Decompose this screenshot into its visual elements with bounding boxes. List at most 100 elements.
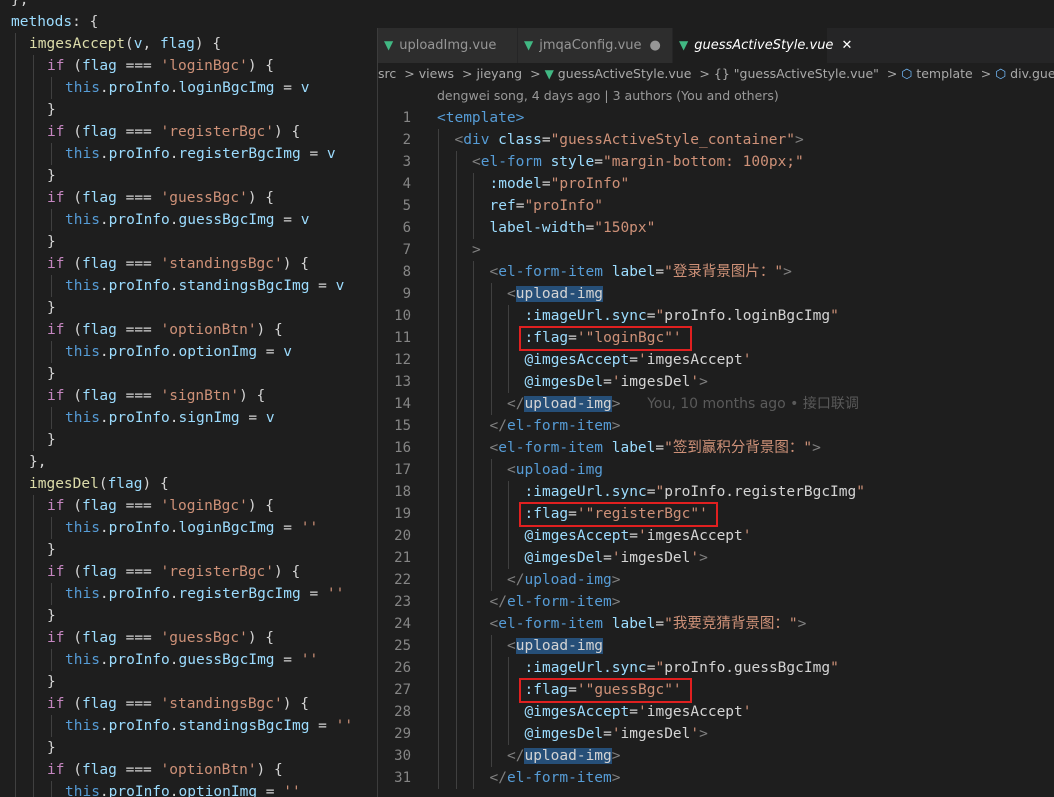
code-line[interactable]: if (flag === 'optionBtn') { — [47, 759, 283, 781]
code-line[interactable]: }, — [11, 0, 28, 11]
code-line[interactable]: this.proInfo.signImg = v — [65, 407, 275, 429]
code-line[interactable]: methods: { — [11, 11, 98, 33]
code-line[interactable]: this.proInfo.registerBgcImg = '' — [65, 583, 344, 605]
code-line[interactable]: 4:model="proInfo" — [378, 173, 1054, 195]
breadcrumb-item[interactable]: div.guessActiveSt — [1010, 66, 1054, 81]
code-line[interactable]: 22 </upload-img> — [378, 569, 1054, 591]
unsaved-dot-icon[interactable]: ● — [650, 38, 661, 53]
indent-guide — [455, 151, 457, 173]
breadcrumb-item[interactable]: jieyang — [477, 66, 523, 81]
code-line[interactable]: if (flag === 'registerBgc') { — [47, 561, 300, 583]
code-line[interactable]: if (flag === 'loginBgc') { — [47, 495, 274, 517]
tab-jmqaconfig[interactable]: ▼ jmqaConfig.vue ● — [518, 28, 673, 63]
code-line[interactable]: 6 label-width="150px" — [378, 217, 1054, 239]
code-line[interactable]: } — [47, 737, 56, 759]
code-line[interactable]: 10:imageUrl.sync="proInfo.loginBgcImg" — [378, 305, 1054, 327]
code-token: ' — [638, 528, 647, 544]
breadcrumb-item[interactable]: {} "guessActiveStyle.vue" — [714, 66, 879, 81]
code-line[interactable]: 25 <upload-img — [378, 635, 1054, 657]
code-line[interactable]: 28 @imgesAccept='imgesAccept' — [378, 701, 1054, 723]
breadcrumb-item[interactable]: src — [378, 66, 396, 81]
code-line[interactable]: } — [47, 671, 56, 693]
code-line[interactable]: } — [47, 429, 56, 451]
code-line[interactable]: 8 <el-form-item label="登录背景图片："> — [378, 261, 1054, 283]
code-line[interactable]: 14 </upload-img> You, 10 months ago • 接口联… — [378, 393, 1054, 415]
code-line[interactable]: 27:flag='"guessBgc"' — [378, 679, 1054, 701]
left-code-pane[interactable]: }, methods: {imgesAccept(v, flag) {if (fl… — [0, 0, 378, 797]
code-line[interactable]: 7 > — [378, 239, 1054, 261]
code-line[interactable]: if (flag === 'standingsBgc') { — [47, 693, 309, 715]
code-line[interactable]: 17 <upload-img — [378, 459, 1054, 481]
tab-uploadimg[interactable]: ▼ uploadImg.vue — [378, 28, 518, 63]
code-line[interactable]: } — [47, 231, 56, 253]
code-line[interactable]: this.proInfo.loginBgcImg = v — [65, 77, 309, 99]
code-line[interactable]: 29 @imgesDel='imgesDel'> — [378, 723, 1054, 745]
code-line[interactable]: 31 </el-form-item> — [378, 767, 1054, 789]
code-line[interactable]: this.proInfo.registerBgcImg = v — [65, 143, 336, 165]
indent-guide — [15, 671, 16, 693]
code-token: class — [498, 132, 542, 148]
code-line[interactable]: 21 @imgesDel='imgesDel'> — [378, 547, 1054, 569]
code-line[interactable]: } — [47, 363, 56, 385]
breadcrumb[interactable]: src > views > jieyang > ▼ guessActiveStyle.vue >… — [378, 63, 1054, 85]
code-line[interactable]: this.proInfo.standingsBgcImg = '' — [65, 715, 353, 737]
code-token: "150px" — [594, 220, 656, 236]
code-line[interactable]: imgesDel(flag) { — [29, 473, 169, 495]
breadcrumb-item[interactable]: views — [419, 66, 454, 81]
code-token: > — [812, 440, 821, 456]
code-line[interactable]: }, — [29, 451, 46, 473]
chevron-right-icon: > — [404, 66, 415, 81]
code-line[interactable]: if (flag === 'guessBgc') { — [47, 627, 274, 649]
editor-window[interactable]: ▼ uploadImg.vue ▼ jmqaConfig.vue ● ▼ guessActi… — [377, 28, 1054, 797]
code-line[interactable]: if (flag === 'loginBgc') { — [47, 55, 274, 77]
indent-guide — [15, 737, 16, 759]
tab-guessactivestyle[interactable]: ▼ guessActiveStyle.vue ✕ — [673, 28, 852, 63]
code-token: proInfo — [108, 344, 170, 360]
code-line[interactable]: this.proInfo.standingsBgcImg = v — [65, 275, 344, 297]
breadcrumb-item[interactable]: guessActiveStyle.vue — [558, 66, 692, 81]
code-line[interactable]: 3 <el-form style="margin-bottom: 100px;" — [378, 151, 1054, 173]
code-line[interactable]: } — [47, 297, 56, 319]
code-line[interactable]: 30 </upload-img> — [378, 745, 1054, 767]
indent-guide — [473, 679, 474, 701]
code-line[interactable]: } — [47, 605, 56, 627]
code-line[interactable]: 23 </el-form-item> — [378, 591, 1054, 613]
code-line[interactable]: 1 <template> — [378, 107, 1054, 129]
code-line[interactable]: 9 <upload-img — [378, 283, 1054, 305]
code-line[interactable]: if (flag === 'registerBgc') { — [47, 121, 300, 143]
code-line[interactable]: 16 <el-form-item label="签到赢积分背景图："> — [378, 437, 1054, 459]
code-line[interactable]: if (flag === 'optionBtn') { — [47, 319, 283, 341]
indent-guide — [455, 525, 457, 547]
code-line[interactable]: 12 @imgesAccept='imgesAccept' — [378, 349, 1054, 371]
code-line[interactable]: this.proInfo.guessBgcImg = '' — [65, 649, 318, 671]
code-line[interactable]: if (flag === 'guessBgc') { — [47, 187, 274, 209]
code-line[interactable]: 20 @imgesAccept='imgesAccept' — [378, 525, 1054, 547]
code-line[interactable]: 15 </el-form-item> — [378, 415, 1054, 437]
close-icon[interactable]: ✕ — [841, 38, 852, 53]
code-line[interactable]: 2 <div class="guessActiveStyle_container"… — [378, 129, 1054, 151]
code-line[interactable]: this.proInfo.optionImg = v — [65, 341, 292, 363]
code-line[interactable]: 26:imageUrl.sync="proInfo.guessBgcImg" — [378, 657, 1054, 679]
breadcrumb-item[interactable]: template — [916, 66, 972, 81]
indent-guide — [490, 657, 492, 679]
code-line[interactable]: } — [47, 539, 56, 561]
code-line[interactable]: 13 @imgesDel='imgesDel'> — [378, 371, 1054, 393]
code-line[interactable]: imgesAccept(v, flag) { — [29, 33, 221, 55]
code-line[interactable]: this.proInfo.guessBgcImg = v — [65, 209, 309, 231]
line-number: 10 — [394, 308, 411, 324]
code-line[interactable]: 18:imageUrl.sync="proInfo.registerBgcImg… — [378, 481, 1054, 503]
code-line[interactable]: 5 ref="proInfo" — [378, 195, 1054, 217]
code-token: ( — [64, 322, 82, 338]
code-token: style — [550, 154, 595, 170]
code-line[interactable]: this.proInfo.optionImg = '' — [65, 781, 301, 797]
code-line[interactable]: this.proInfo.loginBgcImg = '' — [65, 517, 318, 539]
code-line[interactable]: } — [47, 165, 56, 187]
indent-guide — [490, 701, 492, 723]
code-line[interactable]: 11:flag='"loginBgc"' — [378, 327, 1054, 349]
code-line[interactable]: if (flag === 'signBtn') { — [47, 385, 265, 407]
codelens-authors[interactable]: dengwei song, 4 days ago | 3 authors (Yo… — [437, 85, 779, 107]
code-line[interactable]: } — [47, 99, 56, 121]
indent-guide — [455, 349, 457, 371]
code-line[interactable]: if (flag === 'standingsBgc') { — [47, 253, 309, 275]
code-line[interactable]: 24 <el-form-item label="我要竞猜背景图："> — [378, 613, 1054, 635]
